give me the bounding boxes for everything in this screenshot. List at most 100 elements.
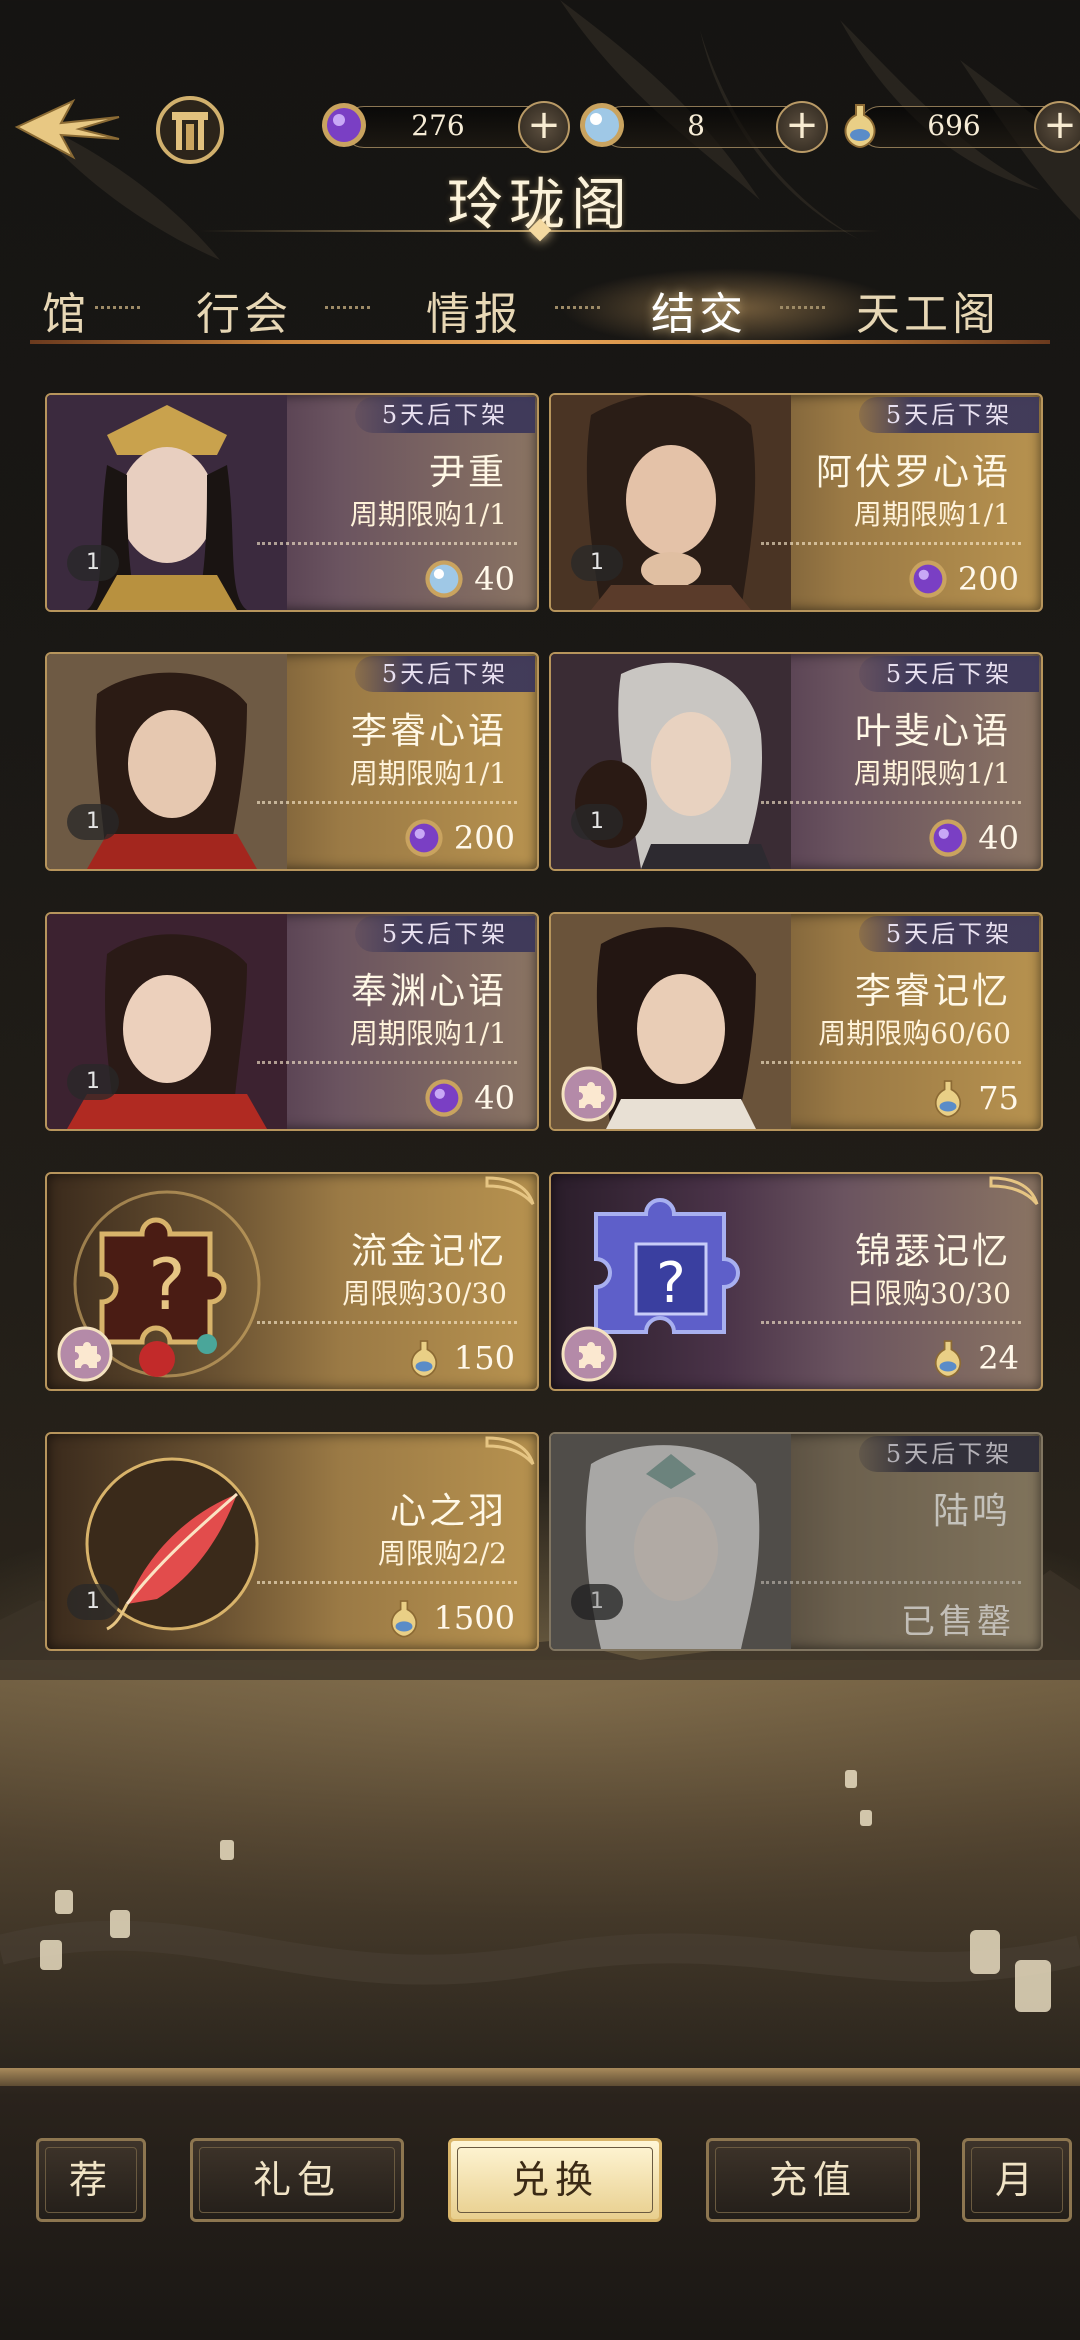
price: 40 bbox=[926, 814, 1019, 862]
expiry-tag: 5天后下架 bbox=[859, 1436, 1039, 1472]
svg-text:?: ? bbox=[656, 1251, 686, 1316]
blue-crystal-icon bbox=[580, 103, 624, 147]
nav-label: 兑换 bbox=[510, 2158, 599, 2202]
tab-separator bbox=[555, 306, 600, 313]
item-count-badge: 1 bbox=[67, 804, 119, 840]
tab-separator bbox=[325, 306, 370, 313]
price-value: 1500 bbox=[433, 1599, 515, 1637]
shop-card[interactable]: ? 流金记忆 周限购30/30 150 bbox=[45, 1172, 539, 1391]
purchase-limit: 周限购2/2 bbox=[377, 1537, 507, 1570]
nav-gift-pack[interactable]: 礼包 bbox=[190, 2138, 404, 2222]
currency-value: 8 bbox=[687, 109, 705, 142]
price: 75 bbox=[926, 1074, 1019, 1122]
card-divider bbox=[761, 1581, 1021, 1584]
card-divider bbox=[761, 542, 1021, 545]
purchase-limit: 周期限购1/1 bbox=[853, 757, 1011, 790]
tab-guild[interactable]: 行会 bbox=[196, 278, 292, 342]
corner-ornament bbox=[485, 1436, 535, 1466]
nav-recharge[interactable]: 充值 bbox=[706, 2138, 920, 2222]
gold-bottle-icon bbox=[410, 1340, 438, 1378]
add-currency-button[interactable]: + bbox=[1034, 101, 1080, 153]
gold-bottle-icon bbox=[390, 1600, 417, 1638]
shop-card-sold-out: 5天后下架 陆鸣 1 已售罄 bbox=[549, 1432, 1043, 1651]
card-divider bbox=[257, 542, 517, 545]
shop-card[interactable]: 5天后下架 李睿记忆 周期限购60/60 75 bbox=[549, 912, 1043, 1131]
price-value: 40 bbox=[978, 819, 1019, 857]
item-name: 尹重 bbox=[428, 452, 507, 493]
card-divider bbox=[761, 1061, 1021, 1064]
expiry-tag: 5天后下架 bbox=[355, 656, 535, 692]
nav-label: 礼包 bbox=[252, 2158, 341, 2202]
item-count-badge: 1 bbox=[571, 545, 623, 581]
shop-card[interactable]: 5天后下架 阿伏罗心语 周期限购1/1 1 200 bbox=[549, 393, 1043, 612]
puzzle-piece-icon bbox=[57, 1326, 113, 1382]
purple-orb-icon bbox=[909, 560, 947, 598]
background-scenery bbox=[0, 0, 1080, 2080]
nav-recommend[interactable]: 荐 bbox=[36, 2138, 146, 2222]
item-name: 阿伏罗心语 bbox=[815, 452, 1011, 493]
tab-tiangong-pavilion[interactable]: 天工阁 bbox=[856, 278, 1000, 342]
item-name: 陆鸣 bbox=[932, 1491, 1011, 1532]
home-icon bbox=[156, 96, 224, 164]
top-bar: 276 + 8 + 696 + bbox=[0, 95, 1080, 164]
puzzle-piece-icon bbox=[561, 1066, 617, 1122]
purchase-limit: 周期限购1/1 bbox=[853, 498, 1011, 531]
shop-card[interactable]: ? 锦瑟记忆 日限购30/30 24 bbox=[549, 1172, 1043, 1391]
price-value: 40 bbox=[474, 560, 515, 598]
card-divider bbox=[257, 1321, 517, 1324]
purchase-limit: 周期限购1/1 bbox=[349, 1017, 507, 1050]
price-value: 200 bbox=[957, 560, 1019, 598]
shop-card[interactable]: 5天后下架 奉渊心语 周期限购1/1 1 40 bbox=[45, 912, 539, 1131]
item-count-badge: 1 bbox=[67, 545, 119, 581]
gold-bottle-icon bbox=[935, 1340, 962, 1378]
item-name: 叶斐心语 bbox=[854, 711, 1011, 752]
price: 200 bbox=[906, 555, 1019, 603]
price-value: 150 bbox=[453, 1339, 515, 1377]
price: 150 bbox=[402, 1334, 515, 1382]
price-value: 75 bbox=[978, 1079, 1019, 1117]
price-value: 24 bbox=[978, 1339, 1019, 1377]
price: 40 bbox=[422, 555, 515, 603]
nav-monthly[interactable]: 月 bbox=[962, 2138, 1072, 2222]
item-count-badge: 1 bbox=[67, 1584, 119, 1620]
nav-exchange[interactable]: 兑换 bbox=[448, 2138, 662, 2222]
currency-value: 696 bbox=[927, 109, 981, 142]
tab-intel[interactable]: 情报 bbox=[426, 278, 522, 342]
shop-card[interactable]: 5天后下架 尹重 周期限购1/1 1 40 bbox=[45, 393, 539, 612]
item-name: 奉渊心语 bbox=[350, 971, 507, 1012]
card-divider bbox=[257, 1061, 517, 1064]
purchase-limit: 周期限购1/1 bbox=[349, 757, 507, 790]
expiry-tag: 5天后下架 bbox=[859, 916, 1039, 952]
currency-value: 276 bbox=[411, 109, 465, 142]
home-button[interactable] bbox=[150, 90, 230, 170]
item-count-badge: 1 bbox=[571, 1584, 623, 1620]
gold-bottle-icon bbox=[844, 104, 876, 149]
nav-label: 充值 bbox=[768, 2158, 857, 2202]
price: 200 bbox=[402, 814, 515, 862]
purple-orb-icon bbox=[425, 1079, 463, 1117]
nav-label: 荐 bbox=[68, 2158, 113, 2202]
shop-card[interactable]: 5天后下架 叶斐心语 周期限购1/1 1 40 bbox=[549, 652, 1043, 871]
add-currency-button[interactable]: + bbox=[518, 101, 570, 153]
card-divider bbox=[761, 801, 1021, 804]
back-button[interactable] bbox=[10, 95, 125, 165]
add-currency-button[interactable]: + bbox=[776, 101, 828, 153]
tab-guild-hall[interactable]: 馆 bbox=[42, 278, 90, 342]
item-name: 锦瑟记忆 bbox=[854, 1231, 1011, 1272]
expiry-tag: 5天后下架 bbox=[355, 397, 535, 433]
shop-card[interactable]: 5天后下架 李睿心语 周期限购1/1 1 200 bbox=[45, 652, 539, 871]
back-arrow-icon bbox=[14, 98, 119, 160]
purple-orb-icon bbox=[322, 103, 366, 147]
item-count-badge: 1 bbox=[571, 804, 623, 840]
expiry-tag: 5天后下架 bbox=[859, 397, 1039, 433]
sold-out-label: 已售罄 bbox=[901, 1602, 1015, 1642]
tab-separator bbox=[780, 306, 825, 313]
item-name: 李睿记忆 bbox=[854, 971, 1011, 1012]
tab-friendship[interactable]: 结交 bbox=[651, 278, 747, 342]
bottom-rail bbox=[0, 2068, 1080, 2086]
price: 24 bbox=[926, 1334, 1019, 1382]
item-name: 李睿心语 bbox=[350, 711, 507, 752]
shop-card[interactable]: 心之羽 周限购2/2 1 1500 bbox=[45, 1432, 539, 1651]
purchase-limit: 日限购30/30 bbox=[846, 1277, 1011, 1310]
item-count-badge: 1 bbox=[67, 1064, 119, 1100]
